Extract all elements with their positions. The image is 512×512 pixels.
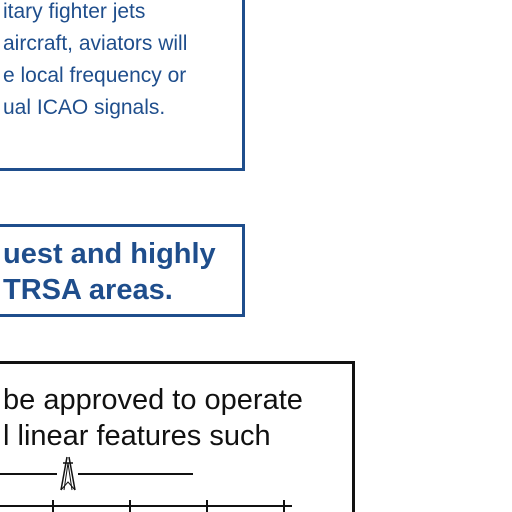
radio-tower-icon <box>60 456 76 491</box>
frequency-text-line: e local frequency or <box>3 64 187 87</box>
linear-feature-diagram <box>0 456 292 512</box>
frequency-text-line: ual ICAO signals. <box>3 96 166 119</box>
operate-text-line: l linear features such <box>3 420 271 452</box>
frequency-text-line: itary fighter jets <box>3 0 146 23</box>
operate-text-line: be approved to operate <box>3 384 303 416</box>
trsa-text-line: TRSA areas. <box>3 274 173 306</box>
trsa-info-box: uest and highly TRSA areas. <box>0 224 245 317</box>
frequency-info-box: itary fighter jets aircraft, aviators wi… <box>0 0 245 171</box>
trsa-text-line: uest and highly <box>3 238 216 270</box>
frequency-text-line: aircraft, aviators will <box>3 32 188 55</box>
